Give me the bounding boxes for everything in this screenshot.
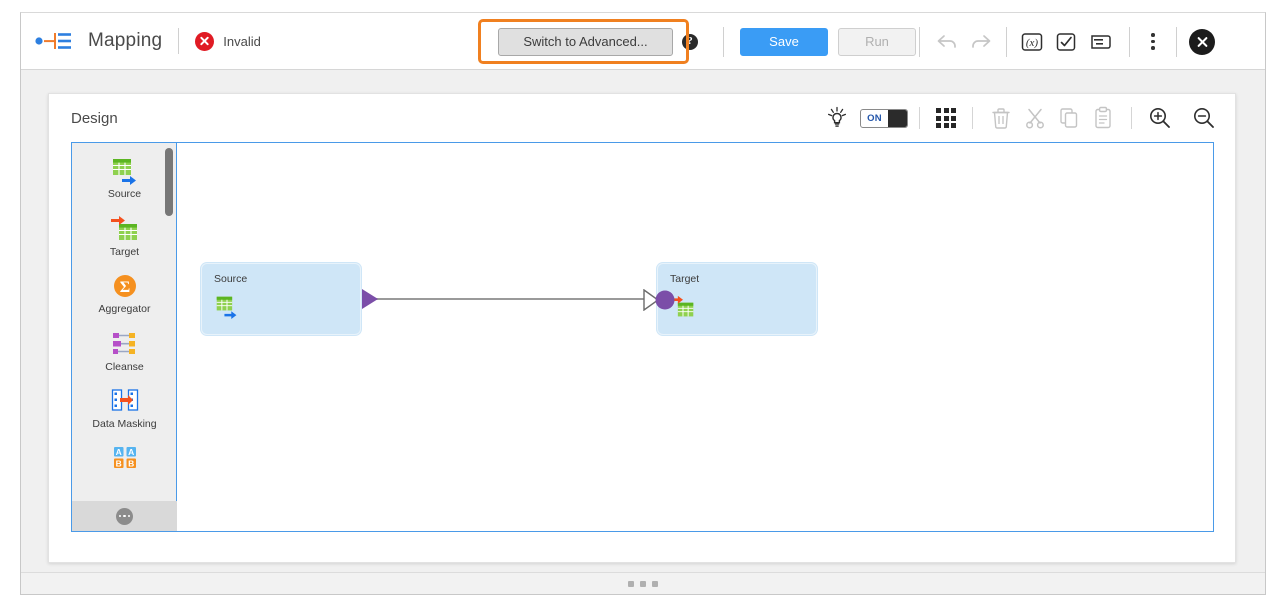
palette-item-target[interactable]: Target	[72, 215, 177, 259]
toolbar-divider-2	[723, 26, 724, 57]
svg-text:Σ: Σ	[119, 279, 129, 296]
status-badge: Invalid	[195, 31, 261, 51]
resize-dots-icon	[652, 580, 658, 587]
svg-text:A: A	[128, 447, 134, 457]
switch-to-advanced-button[interactable]: Switch to Advanced...	[498, 27, 673, 56]
cleanse-icon	[110, 330, 140, 358]
redo-arrow-icon	[964, 27, 998, 57]
edit-icon-group: (x)	[919, 13, 1215, 70]
design-panel-title: Design	[71, 109, 118, 127]
save-button[interactable]: Save	[740, 27, 828, 56]
scissors-icon	[1018, 103, 1052, 133]
palette-item-label: Target	[109, 245, 140, 258]
svg-text:(x): (x)	[1026, 37, 1039, 49]
palette-more-button[interactable]	[72, 501, 177, 531]
node-target[interactable]: Target	[657, 263, 817, 335]
rename-field-icon[interactable]	[1083, 27, 1117, 57]
palette-item-label: Data Masking	[92, 418, 157, 431]
grid-layout-icon[interactable]	[931, 103, 961, 133]
checkbox-check-icon[interactable]	[1049, 27, 1083, 57]
toolbar-divider-3	[919, 26, 920, 57]
trash-icon	[984, 103, 1018, 133]
palette-item-source[interactable]: Source	[72, 157, 177, 201]
source-output-port[interactable]	[362, 289, 378, 309]
clipboard-paste-icon	[1086, 103, 1120, 133]
palette-item-cleanse[interactable]: Cleanse	[72, 330, 177, 374]
expression-fx-icon[interactable]: (x)	[1015, 27, 1049, 57]
undo-arrow-icon	[930, 27, 964, 57]
mapping-window: Mapping Invalid Switch to Advanced... ? …	[20, 12, 1266, 595]
zoom-in-icon[interactable]	[1143, 103, 1177, 133]
toolbar-divider-6	[1176, 26, 1177, 57]
palette-item-labeler[interactable]: A A B B	[72, 445, 177, 477]
svg-text:B: B	[128, 458, 134, 468]
diagram-area[interactable]: Source Target	[177, 143, 1213, 531]
design-panel-header: Design ON	[49, 94, 1235, 142]
design-toolbar: ON	[822, 94, 1221, 142]
target-input-port[interactable]	[643, 288, 679, 316]
svg-text:A: A	[115, 447, 121, 457]
svg-text:B: B	[115, 458, 121, 468]
error-circle-icon	[195, 31, 215, 51]
run-button: Run	[838, 27, 916, 56]
target-table-icon	[110, 215, 140, 243]
labeler-ab-icon: A A B B	[110, 445, 140, 473]
mapping-logo-icon	[35, 30, 79, 52]
design-divider-2	[972, 107, 973, 129]
action-button-group: Save Run	[723, 13, 916, 70]
advanced-button-group: Switch to Advanced... ?	[498, 13, 698, 70]
more-ellipsis-icon	[116, 507, 133, 525]
kebab-menu-icon[interactable]	[1142, 30, 1164, 54]
top-toolbar: Mapping Invalid Switch to Advanced... ? …	[21, 13, 1265, 70]
status-label: Invalid	[223, 33, 261, 49]
toolbar-divider-5	[1129, 26, 1130, 57]
palette-item-label: Source	[107, 188, 142, 200]
design-divider-1	[919, 107, 920, 129]
transformation-palette: Source Target Σ Aggregator Cleanse Data …	[72, 143, 177, 531]
toolbar-divider-1	[178, 28, 180, 54]
source-table-icon	[110, 157, 140, 185]
brand: Mapping	[35, 30, 162, 52]
palette-item-label: Cleanse	[105, 360, 144, 373]
data-masking-icon	[110, 387, 140, 415]
close-circle-icon[interactable]	[1189, 28, 1215, 55]
zoom-out-icon[interactable]	[1187, 103, 1221, 133]
resize-dots-icon	[640, 580, 646, 587]
palette-item-label: Aggregator	[98, 303, 151, 316]
hints-toggle[interactable]: ON	[860, 108, 908, 128]
resize-dots-icon	[628, 580, 634, 587]
connection-line[interactable]	[360, 298, 667, 300]
mapping-canvas[interactable]: Source Target Σ Aggregator Cleanse Data …	[71, 142, 1214, 532]
page-title: Mapping	[88, 30, 163, 51]
help-icon[interactable]: ?	[682, 33, 698, 50]
palette-item-data-masking[interactable]: Data Masking	[72, 387, 177, 431]
toolbar-divider-4	[1006, 26, 1007, 57]
lightbulb-icon[interactable]	[822, 103, 852, 133]
resize-handle[interactable]	[21, 572, 1265, 594]
copy-icon	[1052, 103, 1086, 133]
aggregator-sigma-icon: Σ	[110, 272, 140, 300]
application-window: Mapping Invalid Switch to Advanced... ? …	[0, 0, 1286, 611]
design-panel: Design ON Source Target Σ Aggregator Cle…	[48, 93, 1236, 563]
toggle-knob	[888, 109, 907, 127]
design-divider-3	[1131, 107, 1132, 129]
node-source[interactable]: Source	[201, 263, 361, 335]
palette-list: Source Target Σ Aggregator Cleanse Data …	[72, 143, 177, 491]
palette-item-aggregator[interactable]: Σ Aggregator	[72, 272, 177, 316]
node-label: Source	[214, 273, 248, 285]
hints-toggle-label: ON	[867, 112, 882, 124]
node-label: Target	[670, 273, 700, 285]
source-table-icon	[214, 295, 240, 319]
